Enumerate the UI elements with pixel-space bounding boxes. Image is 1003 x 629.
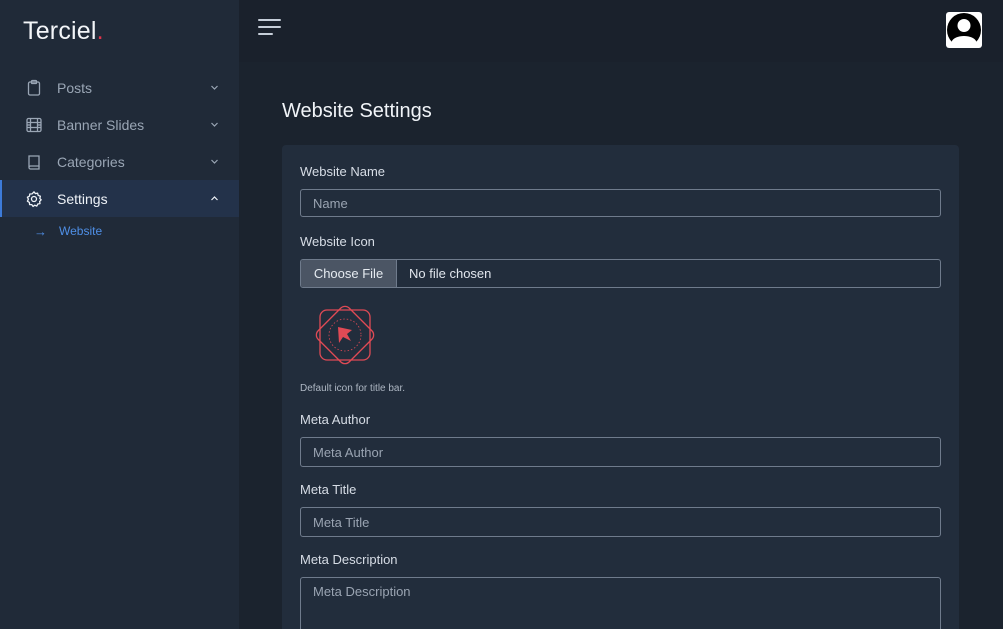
sidebar-item-settings[interactable]: Settings (0, 180, 239, 217)
website-icon-help: Default icon for title bar. (300, 383, 406, 394)
page-title: Website Settings (282, 100, 432, 122)
sidebar-subitem-website[interactable]: → Website (0, 217, 239, 245)
website-name-input[interactable] (300, 189, 941, 217)
sidebar-item-label: Banner Slides (57, 116, 145, 133)
meta-title-label: Meta Title (300, 482, 357, 497)
meta-author-label: Meta Author (300, 412, 371, 427)
avatar[interactable] (946, 12, 982, 48)
main-content: Website Settings Website Name Website Ic… (239, 62, 1003, 629)
sidebar-subitem-label: Website (59, 224, 103, 238)
gear-icon (25, 190, 43, 208)
brand-logo[interactable]: Terciel. (23, 17, 104, 46)
website-icon-file-input[interactable]: Choose File No file chosen (300, 259, 941, 288)
choose-file-button[interactable]: Choose File (301, 260, 397, 287)
sidebar-item-categories[interactable]: Categories (0, 143, 239, 180)
meta-author-input[interactable] (300, 437, 941, 467)
sidebar: Terciel. Posts Banner Slides Categories … (0, 0, 239, 629)
brand-name: Terciel (23, 17, 97, 45)
meta-description-textarea[interactable] (300, 577, 941, 629)
meta-title-input[interactable] (300, 507, 941, 537)
website-name-label: Website Name (300, 164, 386, 179)
menu-toggle-icon[interactable] (258, 19, 281, 37)
meta-description-label: Meta Description (300, 552, 398, 567)
website-icon-label: Website Icon (300, 234, 375, 249)
sidebar-item-label: Categories (57, 153, 125, 170)
sidebar-nav: Posts Banner Slides Categories Settings … (0, 69, 239, 245)
user-avatar-icon (947, 13, 981, 48)
topbar (239, 0, 1003, 62)
chevron-up-icon (211, 196, 218, 201)
file-status: No file chosen (409, 266, 492, 281)
sidebar-item-label: Posts (57, 79, 93, 96)
chevron-down-icon (211, 122, 218, 127)
clipboard-icon (25, 79, 43, 97)
arrow-right-icon: → (34, 223, 47, 239)
film-icon (25, 116, 43, 134)
sidebar-item-banner-slides[interactable]: Banner Slides (0, 106, 239, 143)
sidebar-item-label: Settings (57, 190, 108, 207)
website-icon-preview (315, 305, 375, 365)
chevron-down-icon (211, 85, 218, 90)
book-icon (25, 153, 43, 171)
sidebar-item-posts[interactable]: Posts (0, 69, 239, 106)
chevron-down-icon (211, 159, 218, 164)
settings-form-card: Website Name Website Icon Choose File No… (282, 145, 959, 629)
brand-dot: . (96, 17, 104, 45)
